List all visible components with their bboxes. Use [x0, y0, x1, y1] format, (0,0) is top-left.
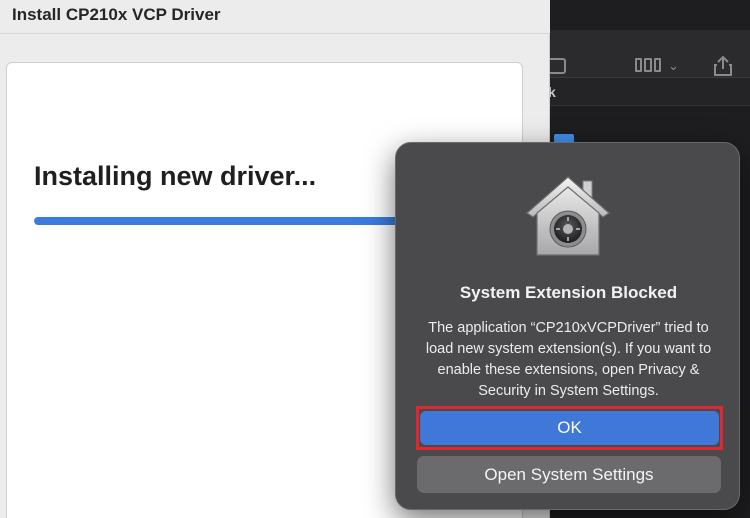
dialog-message: The application “CP210xVCPDriver” tried … [425, 320, 712, 399]
background-toolbar: ⌄ [540, 30, 750, 78]
background-sidebar-row: k [540, 78, 750, 106]
installer-titlebar[interactable]: Install CP210x VCP Driver [0, 0, 550, 34]
progress-fill [34, 217, 402, 225]
security-house-lock-icon [526, 176, 610, 256]
system-extension-blocked-dialog: System Extension Blocked The application… [395, 142, 740, 510]
window-title: Install CP210x VCP Driver [12, 5, 221, 24]
dialog-title: System Extension Blocked [459, 283, 678, 302]
chevron-down-icon[interactable]: ⌄ [668, 58, 679, 74]
share-icon[interactable] [712, 55, 734, 77]
install-status-heading: Installing new driver... [34, 161, 317, 191]
ok-button[interactable]: OK [420, 411, 719, 445]
grid-view-icon[interactable] [635, 58, 661, 72]
open-system-settings-button[interactable]: Open System Settings [417, 456, 721, 493]
